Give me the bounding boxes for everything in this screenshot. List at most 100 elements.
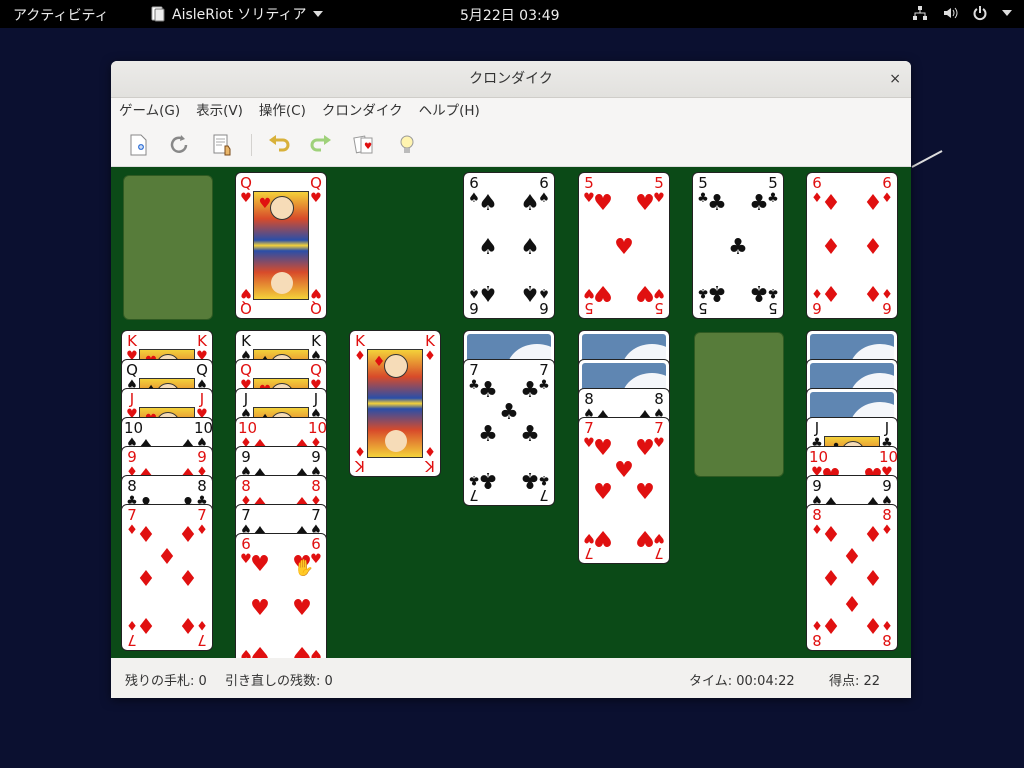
- card-rank: K: [127, 332, 137, 350]
- close-icon[interactable]: ×: [889, 61, 901, 97]
- card-corner-index: K ♦: [352, 443, 368, 475]
- card-rank: K: [425, 457, 435, 475]
- card-rank: Q: [310, 174, 322, 192]
- card-rank: 5: [768, 174, 778, 192]
- card-rank: J: [243, 390, 249, 408]
- card-rank: 10: [238, 419, 258, 437]
- playing-card-6-diamonds[interactable]: 6 ♦ 6 ♦ 6 ♦ 6 ♦ ♦ ♦ ♦ ♦ ♦ ♦: [806, 172, 898, 319]
- menu-view[interactable]: 表示(V): [188, 98, 251, 124]
- playing-card-K-diamonds[interactable]: K ♦ K ♦ K ♦ K ♦ ♦: [349, 330, 441, 477]
- card-pip: ♣: [478, 467, 498, 492]
- stock-slot[interactable]: [123, 175, 213, 320]
- card-corner-index: K ♦: [352, 334, 368, 365]
- card-rank: J: [313, 390, 319, 408]
- card-pip: ♠: [520, 280, 540, 305]
- playing-card-7-diamonds[interactable]: 7 ♦ 7 ♦ 7 ♦ 7 ♦ ♦ ♦ ♦ ♦ ♦ ♦ ♦: [121, 504, 213, 651]
- card-suit: ♥: [240, 191, 252, 206]
- card-pip: ♣: [499, 400, 519, 425]
- card-rank: K: [311, 332, 321, 350]
- menu-klondike[interactable]: クロンダイク: [314, 98, 411, 124]
- card-rank: 8: [241, 477, 251, 495]
- card-pip: ♣: [520, 422, 540, 447]
- toolbar-separator: [251, 134, 252, 156]
- toolbar: ♥: [111, 124, 911, 167]
- card-pip: ♥: [258, 196, 272, 212]
- redeals-left-label: 引き直しの残数: 0: [225, 674, 333, 689]
- power-icon: [973, 6, 987, 21]
- card-rank: 7: [469, 361, 479, 379]
- playing-card-7-hearts[interactable]: 7 ♥ 7 ♥ 7 ♥ 7 ♥ ♥ ♥ ♥ ♥ ♥ ♥ ♥: [578, 417, 670, 564]
- card-rank: 7: [241, 506, 251, 524]
- app-window: クロンダイク × ゲーム(G) 表示(V) 操作(C) クロンダイク ヘルプ(H…: [111, 61, 911, 698]
- card-corner-index: Q♥: [238, 176, 254, 207]
- card-suit: ♥: [240, 285, 252, 300]
- card-pip: ♣: [749, 191, 769, 216]
- card-rank: 8: [311, 477, 321, 495]
- card-rank: 10: [879, 448, 898, 466]
- network-icon: [913, 6, 927, 20]
- card-pip: ♦: [136, 523, 156, 548]
- hint-cards-button[interactable]: ♥: [351, 132, 377, 158]
- card-rank: 7: [584, 419, 594, 437]
- playing-card-6-hearts[interactable]: 6♥6♥6♥6♥♥♥♥♥♥♥: [235, 533, 327, 658]
- card-pip: ♦: [821, 235, 841, 260]
- card-pip: ♥: [635, 191, 655, 216]
- card-rank: K: [197, 332, 207, 350]
- card-corner-index: Q♥: [308, 285, 324, 317]
- card-pip: ♣: [520, 378, 540, 403]
- app-menu[interactable]: AisleRiot ソリティア: [150, 4, 323, 24]
- card-rank: 10: [809, 448, 829, 466]
- playing-card-8-diamonds[interactable]: 8♦8♦8♦8♦♦♦♦♦♦♦♦♦: [806, 504, 898, 651]
- game-table[interactable]: Q ♥ Q ♥ Q ♥ Q ♥ ♥ 6 ♠ 6 ♠ 6 ♠ 6 ♠ ♠ ♠ ♠ ♠ ♠ ♠ 5 ♥ 5 ♥ 5 ♥ 5 ♥ ♥ ♥ ♥ ♥ ♥ 5 ♣ 5 ♣…: [111, 167, 911, 658]
- card-pip: ♦: [863, 235, 883, 260]
- card-suit: ♦: [354, 443, 366, 458]
- playing-card-Q-hearts[interactable]: Q♥Q♥Q♥Q♥♥: [235, 172, 327, 319]
- card-rank: Q: [310, 299, 322, 317]
- card-rank: 7: [539, 361, 549, 379]
- card-rank: 9: [812, 477, 822, 495]
- playing-card-5-clubs[interactable]: 5 ♣ 5 ♣ 5 ♣ 5 ♣ ♣ ♣ ♣ ♣ ♣: [692, 172, 784, 319]
- card-suit: ♥: [310, 191, 322, 206]
- card-rank: 10: [124, 419, 144, 437]
- title-bar[interactable]: クロンダイク ×: [111, 61, 911, 98]
- card-rank: 8: [584, 390, 594, 408]
- card-rank: Q: [196, 361, 208, 379]
- card-rank: 7: [311, 506, 321, 524]
- card-rank: 6: [812, 174, 822, 192]
- desktop-decoration: [911, 150, 943, 168]
- card-pip: ♦: [372, 354, 386, 370]
- playing-card-7-clubs[interactable]: 7 ♣ 7 ♣ 7 ♣ 7 ♣ ♣ ♣ ♣ ♣ ♣ ♣ ♣: [463, 359, 555, 506]
- system-tray[interactable]: [912, 5, 1012, 21]
- card-rank: 6: [241, 535, 251, 553]
- card-rank: J: [199, 390, 205, 408]
- restart-button[interactable]: [166, 132, 192, 158]
- new-game-button[interactable]: [125, 132, 151, 158]
- hint-button[interactable]: [394, 132, 420, 158]
- deal-button[interactable]: [209, 132, 235, 158]
- card-rank: K: [425, 332, 435, 350]
- activities-button[interactable]: アクティビティ: [13, 5, 109, 25]
- undo-button[interactable]: [266, 132, 292, 158]
- card-pip: ♦: [821, 567, 841, 592]
- card-rank: 5: [698, 174, 708, 192]
- card-pip: ♦: [821, 523, 841, 548]
- card-pip: ♥: [593, 191, 613, 216]
- aisleriot-icon: [151, 6, 165, 22]
- menu-control[interactable]: 操作(C): [251, 98, 314, 124]
- tableau-slot[interactable]: [694, 332, 784, 477]
- redo-button[interactable]: [308, 132, 334, 158]
- playing-card-5-hearts[interactable]: 5 ♥ 5 ♥ 5 ♥ 5 ♥ ♥ ♥ ♥ ♥ ♥: [578, 172, 670, 319]
- clock[interactable]: 5月22日 03:49: [460, 5, 560, 25]
- card-rank: 6: [539, 174, 549, 192]
- hand-cursor-icon: ✋: [294, 558, 314, 577]
- hint-cards-icon: ♥: [353, 135, 373, 154]
- card-rank: 9: [882, 477, 892, 495]
- menu-help[interactable]: ヘルプ(H): [411, 98, 488, 124]
- card-suit: ♦: [354, 349, 366, 364]
- playing-card-6-spades[interactable]: 6 ♠ 6 ♠ 6 ♠ 6 ♠ ♠ ♠ ♠ ♠ ♠ ♠: [463, 172, 555, 319]
- card-rank: 7: [127, 506, 137, 524]
- deal-icon: [213, 134, 231, 156]
- menu-game[interactable]: ゲーム(G): [111, 98, 188, 124]
- card-rank: Q: [310, 361, 322, 379]
- card-corner-index: Q♥: [308, 174, 324, 207]
